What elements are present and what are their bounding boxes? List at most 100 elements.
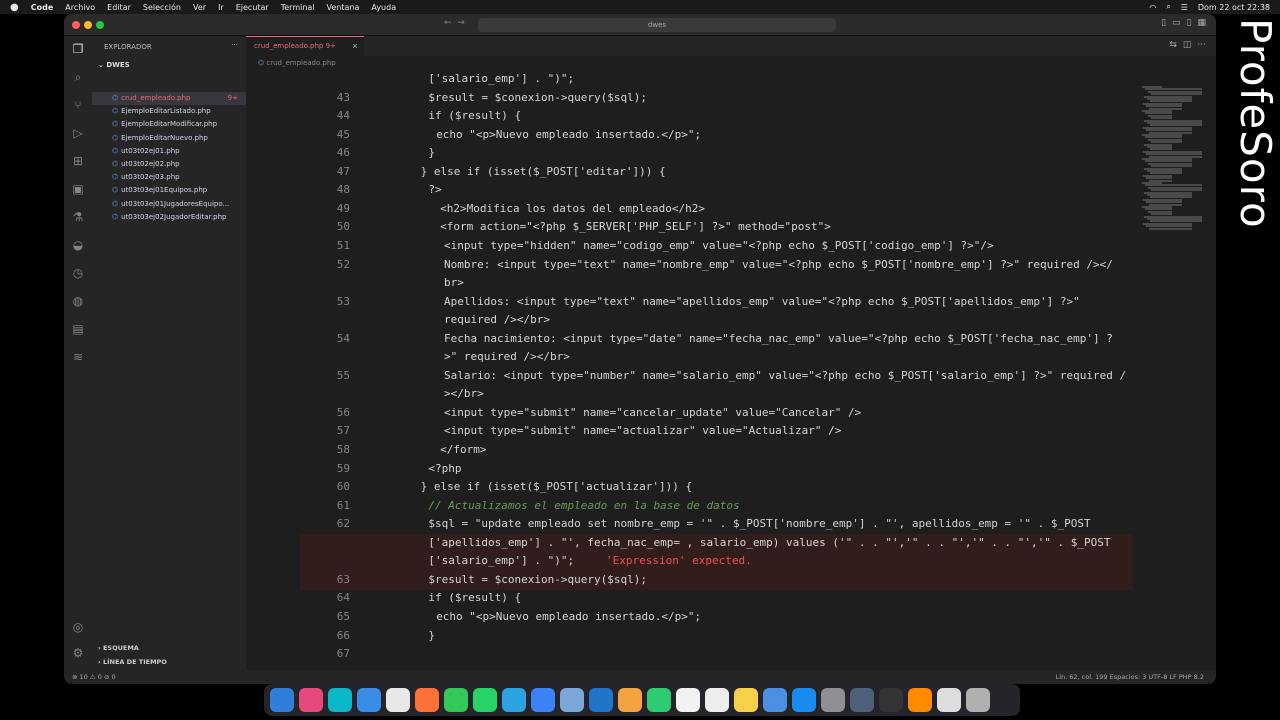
messages-icon[interactable] [444, 688, 468, 712]
line-number: 44 [336, 109, 350, 123]
more-actions-icon[interactable]: ··· [231, 41, 238, 49]
safari-icon[interactable] [357, 688, 381, 712]
close-tab-icon[interactable]: × [352, 37, 358, 56]
timeline-icon[interactable]: ◷ [71, 266, 85, 280]
breadcrumb-file[interactable]: crud_empleado.php [266, 59, 335, 67]
menu-ayuda[interactable]: Ayuda [371, 3, 396, 12]
run-debug-icon[interactable]: ▷ [71, 126, 85, 140]
layers-icon[interactable]: ≋ [71, 350, 85, 364]
telegram-icon[interactable] [502, 688, 526, 712]
editor-status[interactable]: Lín. 62, col. 199 Espacios: 3 UTF-8 LF P… [1056, 670, 1204, 684]
file-item[interactable]: ⌬ ut03t03ej02JugadorEditar.php [92, 211, 246, 224]
notes-icon[interactable] [734, 688, 758, 712]
menubar-datetime[interactable]: Dom 22 oct 22:38 [1198, 3, 1270, 12]
file-item[interactable]: ⌬ ut03t03ej01Equipos.php [92, 184, 246, 197]
vlc-icon[interactable] [908, 688, 932, 712]
app-icon[interactable] [763, 688, 787, 712]
facetime-icon[interactable] [647, 688, 671, 712]
calendar-icon[interactable] [676, 688, 700, 712]
file-item[interactable]: ⌬ ut03t03ej01JugadoresEquipo... [92, 198, 246, 211]
minimap-line [1149, 227, 1192, 230]
whatsapp-icon[interactable] [473, 688, 497, 712]
file-item[interactable]: ⌬ crud_empleado.php 9+ [92, 92, 246, 105]
docker-icon[interactable]: ◒ [71, 238, 85, 252]
settings-gear-icon[interactable]: ⚙ [71, 646, 85, 660]
control-center-icon[interactable]: ☰ [1181, 3, 1188, 12]
mail-icon[interactable] [531, 688, 555, 712]
menu-seleccion[interactable]: Selección [143, 3, 181, 12]
code-line: // Actualizamos el empleado en la base d… [428, 498, 740, 512]
code-editor[interactable]: ['salario_emp'] . ")"; 43 $result = $conex… [246, 70, 1136, 670]
gitlens-icon[interactable]: ◍ [71, 294, 85, 308]
more-editor-actions-icon[interactable]: ··· [1197, 40, 1206, 50]
tab-crud-empleado[interactable]: crud_empleado.php 9+ × [246, 36, 364, 56]
source-control-icon[interactable]: ⑂ [71, 98, 85, 112]
trash-icon[interactable] [966, 688, 990, 712]
problems-badge: 9+ [227, 94, 238, 102]
outline-label: ESQUEMA [102, 644, 139, 652]
testing-icon[interactable]: ⚗ [71, 210, 85, 224]
apple-menu-icon[interactable]: ● [10, 2, 19, 13]
menu-archivo[interactable]: Archivo [65, 3, 95, 12]
firefox-icon[interactable] [415, 688, 439, 712]
code-line: $sql = "update empleado set nombre_emp =… [428, 517, 1091, 531]
nav-arrows[interactable]: ← → [444, 18, 465, 28]
breadcrumb[interactable]: ⌬ crud_empleado.php [246, 56, 1216, 70]
command-center-search[interactable]: dwes [478, 18, 836, 32]
file-item[interactable]: ⌬ EjemploEditarModificar.php [92, 118, 246, 131]
vscode-icon[interactable] [589, 688, 613, 712]
finder-icon[interactable] [270, 688, 294, 712]
document-icon[interactable] [937, 688, 961, 712]
menu-ir[interactable]: Ir [218, 3, 224, 12]
file-item[interactable]: ⌬ ut03t02ej01.php [92, 145, 246, 158]
box-icon[interactable] [560, 688, 584, 712]
account-icon[interactable]: ◎ [71, 620, 85, 634]
minimap[interactable] [1136, 70, 1216, 670]
file-item[interactable]: ⌬ EjemploEditarListado.php [92, 105, 246, 118]
menu-ejecutar[interactable]: Ejecutar [236, 3, 269, 12]
explorer-icon[interactable]: ❐ [71, 42, 85, 56]
zoom-window-button[interactable] [96, 21, 104, 29]
timeline-label: LÍNEA DE TIEMPO [102, 658, 167, 666]
minimize-window-button[interactable] [84, 21, 92, 29]
reminders-icon[interactable] [705, 688, 729, 712]
wifi-icon[interactable]: ◠ [1149, 3, 1156, 12]
file-item[interactable]: ⌬ ut03t02ej02.php [92, 158, 246, 171]
launchpad-icon[interactable] [299, 688, 323, 712]
photos-icon[interactable] [618, 688, 642, 712]
extensions-icon[interactable]: ⊞ [71, 154, 85, 168]
code-line: echo "<p>Nuevo empleado insertado.</p>"; [436, 127, 702, 141]
menu-ventana[interactable]: Ventana [327, 3, 360, 12]
toggle-secondary-sidebar-icon[interactable]: ▯ [1187, 18, 1192, 28]
screen-sharing-icon[interactable] [850, 688, 874, 712]
line-number: 45 [336, 127, 350, 141]
system-settings-icon[interactable] [821, 688, 845, 712]
toggle-panel-icon[interactable]: ▭ [1172, 18, 1181, 28]
menu-code[interactable]: Code [31, 3, 54, 12]
teams-icon[interactable] [328, 688, 352, 712]
file-item[interactable]: ⌬ EjemploEditarNuevo.php [92, 132, 246, 145]
split-editor-icon[interactable]: ◫ [1183, 40, 1192, 50]
code-line: } [428, 146, 436, 160]
menu-terminal[interactable]: Terminal [281, 3, 315, 12]
file-item[interactable]: ⌬ ut03t02ej03.php [92, 171, 246, 184]
code-line: <form action="<?php $_SERVER['PHP_SELF']… [440, 220, 831, 234]
customize-layout-icon[interactable]: ▦ [1197, 18, 1206, 28]
toggle-sidebar-icon[interactable]: ▯ [1161, 18, 1166, 28]
database-icon[interactable]: ▤ [71, 322, 85, 336]
activity-monitor-icon[interactable] [879, 688, 903, 712]
search-icon[interactable]: ⌕ [1166, 2, 1170, 12]
close-window-button[interactable] [72, 21, 80, 29]
outline-section[interactable]: › ESQUEMA [98, 644, 139, 652]
php-file-icon: ⌬ [112, 160, 119, 168]
problems-indicator[interactable]: ⊗ 10 ⚠ 0 ⊘ 0 [72, 670, 116, 684]
remote-explorer-icon[interactable]: ▣ [71, 182, 85, 196]
timeline-section[interactable]: › LÍNEA DE TIEMPO [98, 658, 167, 666]
workspace-folder[interactable]: ⌄ DWES [98, 61, 130, 69]
app-store-icon[interactable] [792, 688, 816, 712]
menu-ver[interactable]: Ver [193, 3, 206, 12]
menu-editar[interactable]: Editar [107, 3, 131, 12]
search-icon[interactable]: ⌕ [71, 70, 85, 84]
chrome-icon[interactable] [386, 688, 410, 712]
open-changes-icon[interactable]: ⇆ [1169, 40, 1177, 50]
